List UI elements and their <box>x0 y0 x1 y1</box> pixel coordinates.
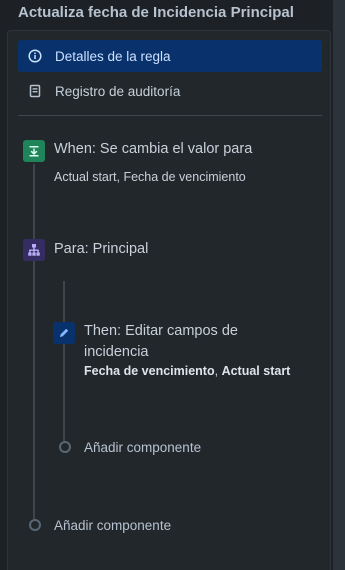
branch-title[interactable]: Para: Principal <box>54 241 148 257</box>
nav-item-label: Detalles de la regla <box>55 48 171 64</box>
action-title-line1[interactable]: Then: Editar campos de <box>84 323 238 339</box>
action-field: Actual start <box>221 364 291 378</box>
add-component-outer[interactable]: Añadir componente <box>54 518 171 533</box>
divider <box>18 115 322 116</box>
action-field: Fecha de vencimiento <box>84 364 215 378</box>
flow-connector <box>33 164 35 519</box>
action-field-separator: , <box>214 364 219 378</box>
page-title: Actualiza fecha de Incidencia Principal <box>18 4 294 21</box>
branch-icon[interactable] <box>23 239 45 261</box>
trigger-title[interactable]: When: Se cambia el valor para <box>54 141 252 157</box>
add-component-dot[interactable] <box>29 519 41 531</box>
rule-panel: Detalles de la regla Registro de auditor… <box>7 30 331 570</box>
rule-editor: Actualiza fecha de Incidencia Principal … <box>0 0 345 570</box>
scrollbar-track[interactable] <box>333 0 345 570</box>
add-component-inner[interactable]: Añadir componente <box>84 440 201 455</box>
trigger-subtitle: Actual start, Fecha de vencimiento <box>54 170 246 184</box>
action-title-line2[interactable]: incidencia <box>84 344 149 360</box>
edit-icon[interactable] <box>53 322 75 344</box>
branch-connector <box>63 281 65 441</box>
trigger-icon[interactable] <box>23 140 45 162</box>
nav-item-label: Registro de auditoría <box>55 83 181 99</box>
info-icon <box>27 48 43 64</box>
audit-log-icon <box>27 83 43 99</box>
action-fields: Fecha de vencimiento, Actual start <box>84 364 290 378</box>
add-component-dot[interactable] <box>59 441 71 453</box>
nav-item-rule-details[interactable]: Detalles de la regla <box>18 40 322 72</box>
nav-item-audit-log[interactable]: Registro de auditoría <box>18 75 322 107</box>
